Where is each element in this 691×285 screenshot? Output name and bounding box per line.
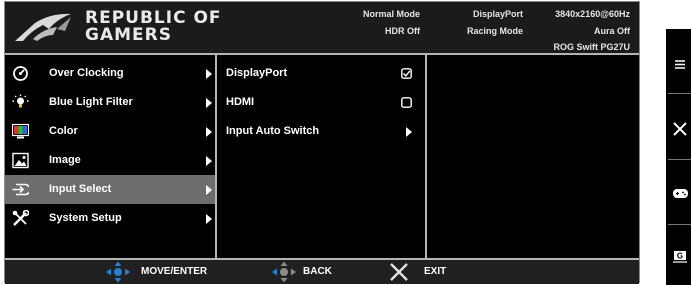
- menu-item-label: Color: [49, 125, 78, 137]
- checked-box-icon: [401, 68, 412, 79]
- chevron-right-icon: [406, 127, 412, 137]
- submenu-item-label: Input Auto Switch: [226, 125, 320, 137]
- status-resolution: 3840x2160@60Hz: [555, 9, 630, 19]
- joystick-back-icon: [272, 261, 296, 283]
- status-preset: Racing Mode: [466, 26, 523, 36]
- status-input: DisplayPort: [472, 9, 523, 19]
- footer-move-label: MOVE/ENTER: [141, 266, 208, 277]
- status-mode: Normal Mode: [362, 9, 420, 19]
- color-monitor-icon: [12, 123, 29, 139]
- submenu-item-label: DisplayPort: [226, 67, 288, 79]
- submenu-item-label: HDMI: [226, 96, 255, 108]
- menu-button[interactable]: [669, 54, 691, 76]
- divider: [668, 159, 691, 160]
- menu-lines-icon: [675, 60, 685, 69]
- sun-bulb-icon: [12, 94, 29, 108]
- osd-footer: MOVE/ENTER BACK EXIT: [5, 258, 639, 284]
- tools-icon: [12, 210, 29, 226]
- menu-item-label: Input Select: [49, 183, 112, 195]
- osd-header: REPUBLIC OF GAMERS Normal Mode HDR Off D…: [5, 2, 639, 55]
- footer-move-enter: MOVE/ENTER: [105, 260, 215, 284]
- hotkey-strip: G: [666, 29, 691, 285]
- status-model: ROG Swift PG27U: [553, 42, 630, 52]
- gameplus-button[interactable]: G: [669, 245, 691, 267]
- menu-item-color[interactable]: Color: [5, 117, 215, 146]
- divider: [668, 224, 691, 225]
- chevron-right-icon: [206, 127, 212, 137]
- chevron-right-icon: [206, 214, 212, 224]
- menu-item-blue-light-filter[interactable]: Blue Light Filter: [5, 88, 215, 117]
- submenu-item-displayport[interactable]: DisplayPort: [217, 59, 425, 88]
- submenu-item-hdmi[interactable]: HDMI: [217, 88, 425, 117]
- menu-item-label: System Setup: [49, 212, 122, 224]
- menu-item-label: Image: [49, 154, 81, 166]
- close-icon: [390, 263, 408, 281]
- menu-item-image[interactable]: Image: [5, 146, 215, 175]
- submenu-item-input-auto-switch[interactable]: Input Auto Switch: [217, 117, 425, 146]
- menu-item-over-clocking[interactable]: Over Clocking: [5, 59, 215, 88]
- unchecked-box-icon: [401, 97, 412, 108]
- close-button[interactable]: [669, 118, 691, 140]
- submenu: DisplayPort HDMI Input Auto Switch: [217, 55, 427, 258]
- main-menu: Over Clocking Blue Light Filter Color Im…: [5, 55, 217, 258]
- svg-text:G: G: [677, 252, 683, 261]
- brand-line-2: GAMERS: [85, 25, 172, 45]
- footer-exit-label: EXIT: [424, 266, 447, 277]
- menu-item-input-select[interactable]: Input Select: [5, 175, 215, 204]
- footer-exit: EXIT: [389, 260, 459, 284]
- option-panel: [427, 55, 639, 258]
- gamevisual-button[interactable]: [669, 182, 691, 204]
- footer-back-label: BACK: [303, 266, 332, 277]
- close-icon: [673, 122, 687, 136]
- menu-item-label: Over Clocking: [49, 67, 124, 79]
- chevron-right-icon: [206, 69, 212, 79]
- divider: [668, 93, 691, 94]
- joystick-move-icon: [106, 261, 130, 283]
- menu-item-system-setup[interactable]: System Setup: [5, 204, 215, 233]
- menu-item-label: Blue Light Filter: [49, 96, 133, 108]
- chevron-right-icon: [206, 156, 212, 166]
- input-arrow-icon: [12, 183, 29, 196]
- chevron-right-icon: [206, 98, 212, 108]
- gamepad-icon: [673, 189, 688, 198]
- rog-eye-logo-icon: [15, 13, 71, 41]
- status-aura: Aura Off: [594, 26, 630, 36]
- status-hdr: HDR Off: [385, 26, 420, 36]
- speedometer-icon: [13, 66, 28, 81]
- footer-back: BACK: [271, 260, 351, 284]
- brand-text: REPUBLIC OF GAMERS: [85, 10, 222, 44]
- image-icon: [12, 152, 29, 169]
- gameplus-icon: G: [673, 251, 687, 263]
- osd-window: REPUBLIC OF GAMERS Normal Mode HDR Off D…: [4, 1, 640, 284]
- chevron-right-icon: [206, 185, 212, 195]
